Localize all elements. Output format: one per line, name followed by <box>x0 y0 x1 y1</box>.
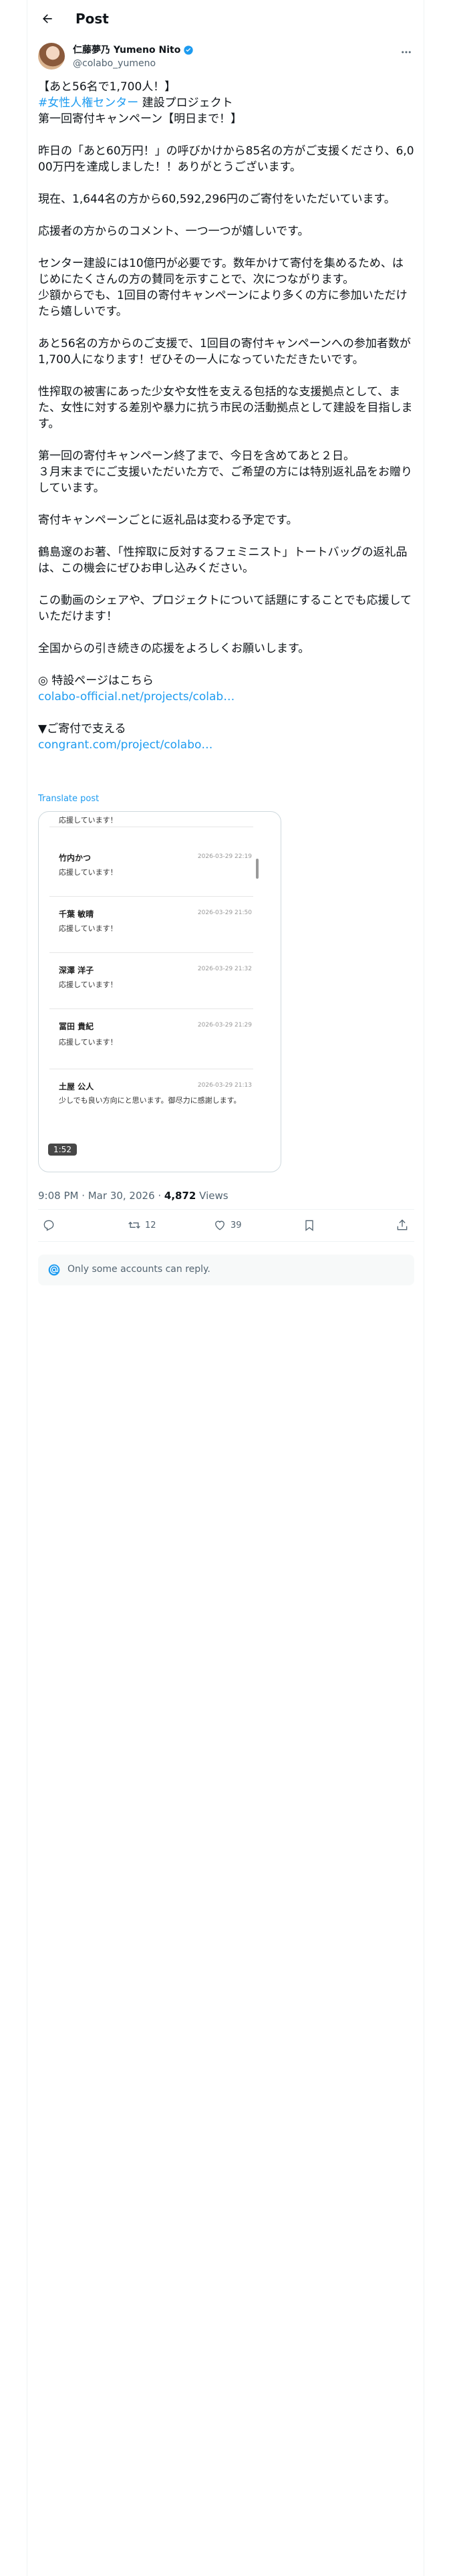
action-bar: 12 39 <box>38 1209 414 1241</box>
like-button[interactable]: 39 <box>213 1217 242 1233</box>
heart-icon <box>215 1220 224 1230</box>
name-row: 仁藤夢乃 Yumeno Nito <box>73 44 194 56</box>
donation-link[interactable]: congrant.com/project/colabo… <box>38 738 212 752</box>
list-scrollbar[interactable] <box>256 859 259 879</box>
donor-name: 深澤 洋子 <box>59 966 94 975</box>
donor-name: 土屋 公人 <box>59 1082 94 1091</box>
post-line: 第一回の寄付キャンペーン終了まで、今日を含めてあと２日。 ３月末までにご支援いた… <box>38 449 412 495</box>
top-bar: Post <box>27 0 425 37</box>
views-label: Views <box>196 1190 229 1202</box>
post-line: 鶴島邃のお著、「性搾取に反対するフェミニスト」トートバッグの返礼品は、この機会に… <box>38 546 408 575</box>
donor-entry: 土屋 公人 2026-03-29 21:13 少しでも良い方向にと思います。御尽… <box>49 1081 253 1134</box>
translate-post-link[interactable]: Translate post <box>38 794 99 804</box>
post-text: 【あと56名で1,700人！】 #女性人権センター 建設プロジェクト 第一回寄付… <box>38 79 414 753</box>
post-line: 第一回寄付キャンペーン【明日まで！】 <box>38 112 243 126</box>
share-icon <box>397 1219 408 1230</box>
page-title: Post <box>76 11 109 27</box>
donor-date: 2026-03-29 21:50 <box>197 909 252 916</box>
verified-badge-icon <box>184 45 193 55</box>
post-line: この動画のシェアや、プロジェクトについて話題にすることでも応援していただけます！ <box>38 594 412 623</box>
donor-message: 応援しています！ <box>59 816 118 825</box>
view-count: 4,872 <box>164 1190 196 1202</box>
post-column: Post 仁藤夢乃 Yumeno Nito @colabo_yumeno 【あと… <box>27 0 424 2576</box>
post-author: 仁藤夢乃 Yumeno Nito @colabo_yumeno <box>38 43 414 72</box>
donor-entry: 深澤 洋子 2026-03-29 21:32 応援しています！ <box>49 964 253 1009</box>
donor-message: 応援しています！ <box>59 924 118 933</box>
post-line: 現在、1,644名の方から60,592,296円のご寄付をいただいています。 <box>38 193 396 206</box>
reply-icon <box>43 1220 54 1231</box>
avatar[interactable] <box>38 43 65 70</box>
bookmark-button[interactable] <box>303 1217 316 1233</box>
post-line: ◎ 特設ページはこちら <box>38 674 154 687</box>
donor-list: 応援しています！ 竹内かつ 2026-03-29 22:19 応援しています！ … <box>49 812 253 1172</box>
video-duration-badge: 1:52 <box>48 1144 77 1156</box>
post-line: あと56名の方からのご支援で、1回目の寄付キャンペーンへの参加者数が1,700人… <box>38 337 411 366</box>
at-sign-icon <box>48 1264 60 1276</box>
reply-restriction-notice: Only some accounts can reply. <box>38 1255 414 1285</box>
donor-entry: 千葉 敏晴 2026-03-29 21:50 応援しています！ <box>49 908 253 953</box>
post-line: センター建設には10億円が必要です。数年かけて寄付を集めるため、はじめにたくさん… <box>38 257 408 318</box>
post-line: ▼ご寄付で支える <box>38 722 126 736</box>
post-line: 寄付キャンペーンごとに返礼品は変わる予定です。 <box>38 514 298 527</box>
arrow-left-icon <box>43 14 52 23</box>
repost-button[interactable]: 12 <box>128 1217 156 1233</box>
post-line: 全国からの引き続きの応援をよろしくお願いします。 <box>38 642 310 655</box>
donor-date: 2026-03-29 21:13 <box>197 1082 252 1089</box>
author-name[interactable]: 仁藤夢乃 Yumeno Nito <box>73 44 180 56</box>
hashtag-link[interactable]: #女性人権センター <box>38 96 138 110</box>
reply-restriction-text: Only some accounts can reply. <box>67 1264 210 1275</box>
post-line: 応援者の方からのコメント、一つ一つが嬉しいです。 <box>38 225 309 238</box>
donor-date: 2026-03-29 21:29 <box>197 1022 252 1029</box>
donor-message: 少しでも良い方向にと思います。御尽力に感謝します。 <box>59 1096 241 1105</box>
repost-count: 12 <box>145 1220 156 1230</box>
video-player[interactable]: 応援しています！ 竹内かつ 2026-03-29 22:19 応援しています！ … <box>38 811 281 1172</box>
back-button[interactable] <box>38 9 57 28</box>
post-meta: 9:08 PM · Mar 30, 2026 · 4,872 Views <box>38 1189 229 1202</box>
repost-icon <box>128 1221 140 1229</box>
donor-entry: 冨田 貴紀 2026-03-29 21:29 応援しています！ <box>49 1021 253 1069</box>
donor-entry: 竹内かつ 2026-03-29 22:19 応援しています！ <box>49 852 253 897</box>
more-dots-icon <box>402 51 411 53</box>
donor-date: 2026-03-29 22:19 <box>197 853 252 860</box>
post-line: 建設プロジェクト <box>138 96 233 110</box>
donor-message: 応援しています！ <box>59 1038 118 1047</box>
reply-button[interactable] <box>42 1217 59 1233</box>
post-line: 昨日の「あと60万円！」の呼びかけから85名の方がご支援くださり、6,000万円… <box>38 144 414 174</box>
like-count: 39 <box>231 1220 242 1230</box>
donor-message: 応援しています！ <box>59 868 118 877</box>
donor-name: 竹内かつ <box>59 853 92 863</box>
more-options-button[interactable] <box>398 44 414 60</box>
donor-name: 千葉 敏晴 <box>59 909 94 919</box>
share-button[interactable] <box>396 1217 409 1233</box>
post-line: 【あと56名で1,700人！】 <box>38 80 176 94</box>
author-handle[interactable]: @colabo_yumeno <box>73 58 156 70</box>
post-timestamp[interactable]: 9:08 PM · Mar 30, 2026 · <box>38 1190 164 1202</box>
divider <box>38 1241 414 1242</box>
donor-message: 応援しています！ <box>59 980 118 989</box>
donor-date: 2026-03-29 21:32 <box>197 966 252 972</box>
post-line: 性搾取の被害にあった少女や女性を支える包括的な支援拠点として、また、女性に対する… <box>38 385 413 431</box>
special-page-link[interactable]: colabo-official.net/projects/colab… <box>38 690 235 704</box>
bookmark-icon <box>305 1220 313 1231</box>
donor-name: 冨田 貴紀 <box>59 1022 94 1031</box>
